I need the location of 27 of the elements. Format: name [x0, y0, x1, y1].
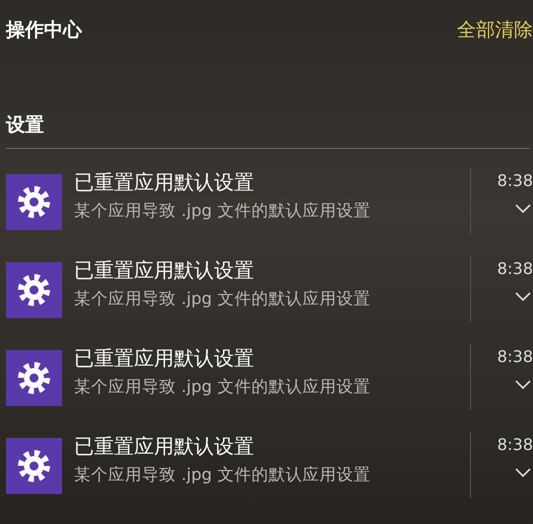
- gear-icon: [6, 174, 62, 230]
- expand-chevron-icon[interactable]: [515, 204, 531, 214]
- notification-time: 8:38: [497, 170, 533, 192]
- expand-chevron-icon[interactable]: [515, 380, 531, 390]
- expand-chevron-icon[interactable]: [515, 468, 531, 478]
- clear-all-link[interactable]: 全部清除: [457, 17, 533, 43]
- notification-time: 8:38: [497, 258, 533, 280]
- notification-title: 已重置应用默认设置: [74, 345, 255, 372]
- gear-icon: [6, 262, 62, 318]
- gear-icon: [6, 438, 62, 494]
- panel-title: 操作中心: [6, 18, 82, 43]
- notification-title: 已重置应用默认设置: [74, 169, 255, 196]
- notification-title: 已重置应用默认设置: [74, 257, 255, 284]
- notification-text: 某个应用导致 .jpg 文件的默认应用设置: [74, 464, 372, 486]
- notification-card[interactable]: 已重置应用默认设置 某个应用导致 .jpg 文件的默认应用设置 8:38: [6, 149, 533, 237]
- notification-text: 某个应用导致 .jpg 文件的默认应用设置: [74, 376, 372, 398]
- expand-chevron-icon[interactable]: [515, 292, 531, 302]
- notification-card[interactable]: 已重置应用默认设置 某个应用导致 .jpg 文件的默认应用设置 8:38: [6, 237, 533, 325]
- gear-icon: [6, 350, 62, 406]
- notification-text: 某个应用导致 .jpg 文件的默认应用设置: [74, 200, 372, 222]
- notification-card[interactable]: 已重置应用默认设置 某个应用导致 .jpg 文件的默认应用设置 8:38: [6, 413, 533, 501]
- notification-title: 已重置应用默认设置: [74, 433, 255, 460]
- notification-time: 8:38: [497, 346, 533, 368]
- notification-time: 8:38: [497, 434, 533, 456]
- group-heading: 设置: [6, 113, 45, 138]
- notification-text: 某个应用导致 .jpg 文件的默认应用设置: [74, 288, 372, 310]
- notification-card[interactable]: 已重置应用默认设置 某个应用导致 .jpg 文件的默认应用设置 8:38: [6, 325, 533, 413]
